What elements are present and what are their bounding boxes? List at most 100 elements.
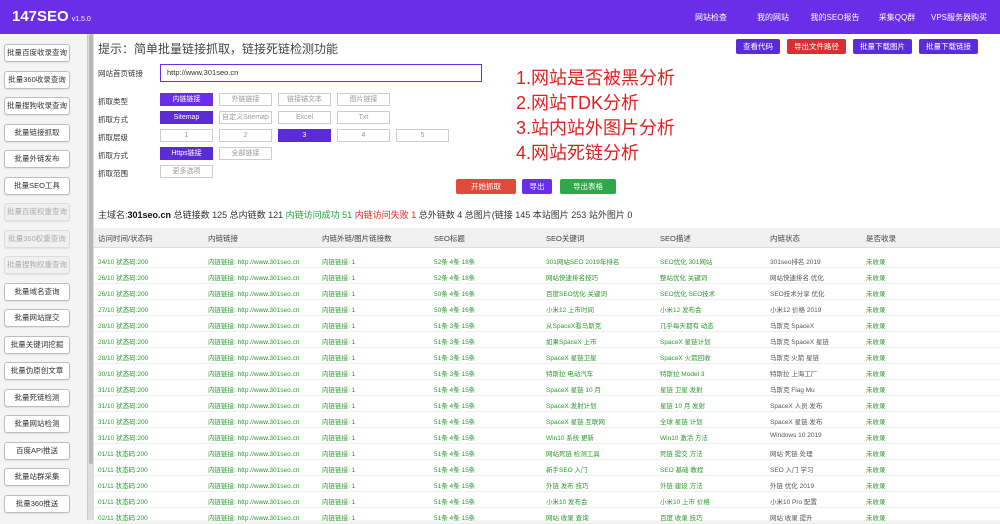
top-nav: 网站检查 我的网站 我的SEO报告 采集QQ群 VPS服务器购买 — [680, 12, 990, 23]
export-button[interactable]: 导出 — [522, 179, 552, 194]
method-option-1[interactable]: 自定义Sitemap — [219, 111, 272, 124]
table-cell: SEO优化 SEO技术 — [660, 291, 716, 298]
depth-option-4[interactable]: 5 — [396, 129, 449, 142]
table-cell: 外链 优化 2019 — [770, 483, 815, 490]
table-cell: 301网站SEO 2019年排名 — [546, 259, 620, 266]
table-row[interactable]: 28/10 状态码:200 内链链接: http://www.301seo.cn 内… — [94, 332, 1000, 348]
depth-option-0[interactable]: 1 — [160, 129, 213, 142]
top-bar: 147SEO v1.5.0 网站检查 我的网站 我的SEO报告 采集QQ群 VPS服务器购… — [0, 0, 1000, 34]
sidebar-item-0[interactable]: 批量百度收录查询 — [4, 44, 70, 62]
method-option-0[interactable]: Sitemap — [160, 111, 213, 124]
type-option-1[interactable]: 外链链接 — [219, 93, 272, 106]
column-header-4[interactable]: SEO关键词 — [546, 233, 584, 244]
column-header-6[interactable]: 内链状态 — [770, 233, 800, 244]
table-row[interactable]: 26/10 状态码:200 内链链接: http://www.301seo.cn 内… — [94, 268, 1000, 284]
table-row[interactable]: 31/10 状态码:200 内链链接: http://www.301seo.cn 内… — [94, 396, 1000, 412]
export-table-button[interactable]: 导出表格 — [560, 179, 616, 194]
mode-option-0[interactable]: Https链接 — [160, 147, 213, 160]
sidebar-item-16[interactable]: 批量站群采集 — [4, 468, 70, 486]
type-option-0[interactable]: 内链链接 — [160, 93, 213, 106]
top-action-button-3[interactable]: 批量下载链接 — [919, 39, 978, 54]
column-header-0[interactable]: 访问时间/状态码 — [98, 233, 153, 244]
column-header-7[interactable]: 是否收录 — [866, 233, 896, 244]
table-row[interactable]: 31/10 状态码:200 内链链接: http://www.301seo.cn 内… — [94, 412, 1000, 428]
sidebar-item-13[interactable]: 批量死链检测 — [4, 388, 70, 407]
table-row[interactable]: 30/10 状态码:200 内链链接: http://www.301seo.cn 内… — [94, 364, 1000, 380]
table-cell: 01/11 状态码:200 — [98, 467, 148, 474]
table-cell: 死链 提交 方法 — [660, 451, 703, 458]
sidebar-item-7[interactable]: 批量360权重查询 — [4, 229, 70, 248]
depth-option-3[interactable]: 4 — [337, 129, 390, 142]
top-action-button-1[interactable]: 导出文件路径 — [787, 39, 846, 54]
table-cell: 内链链接: http://www.301seo.cn — [208, 419, 300, 426]
table-cell: 内链链接: 1 — [322, 467, 356, 474]
column-header-1[interactable]: 内链链接 — [208, 233, 238, 244]
sidebar-item-5[interactable]: 批量SEO工具 — [4, 176, 70, 195]
app-title: 147SEO — [12, 8, 69, 25]
sidebar-item-17[interactable]: 批量360推送 — [4, 494, 70, 513]
topnav-item-3[interactable]: 采集QQ群 — [866, 12, 928, 23]
column-header-3[interactable]: SEO标题 — [434, 233, 465, 244]
table-cell: 51条 4条 15条 — [434, 387, 476, 394]
table-row[interactable]: 01/11 状态码:200 内链链接: http://www.301seo.cn 内… — [94, 476, 1000, 492]
sidebar-item-8[interactable]: 批量搜狗权重查询 — [4, 256, 70, 274]
feature-4: 4.网站死链分析 — [516, 143, 640, 163]
table-cell: 未收录 — [866, 387, 886, 394]
table-cell: 内链链接: http://www.301seo.cn — [208, 339, 300, 346]
top-action-button-2[interactable]: 批量下载图片 — [853, 39, 912, 54]
url-input[interactable]: http://www.301seo.cn — [160, 64, 482, 82]
topnav-item-1[interactable]: 我的网站 — [742, 12, 804, 23]
table-row[interactable]: 26/10 状态码:200 内链链接: http://www.301seo.cn 内… — [94, 284, 1000, 300]
method-option-3[interactable]: Txt — [337, 111, 390, 124]
table-cell: 30/10 状态码:200 — [98, 371, 149, 378]
sidebar-item-15[interactable]: 百度API推送 — [4, 441, 70, 460]
table-cell: 50条 4条 16条 — [434, 291, 476, 298]
right-buttons: 查看代码 导出文件路径 批量下载图片 批量下载链接 — [736, 39, 978, 54]
table-cell: 51条 4条 15条 — [434, 483, 476, 490]
column-header-5[interactable]: SEO描述 — [660, 233, 691, 244]
mode-option-1[interactable]: 全部链接 — [219, 147, 272, 160]
main-panel: 提示：简单批量链接抓取，链接死链检测功能 查看代码 导出文件路径 批量下载图片 批量下… — [94, 34, 1000, 524]
sidebar-item-4[interactable]: 批量外链发布 — [4, 150, 70, 168]
sidebar-item-14[interactable]: 批量网站检测 — [4, 415, 70, 433]
sidebar-item-2[interactable]: 批量搜狗收录查询 — [4, 97, 70, 115]
table-row[interactable]: 28/10 状态码:200 内链链接: http://www.301seo.cn 内… — [94, 348, 1000, 364]
sidebar-item-11[interactable]: 批量关键词挖掘 — [4, 335, 70, 354]
total-links: 总链接数 125 — [173, 210, 228, 220]
depth-option-2[interactable]: 3 — [278, 129, 331, 142]
type-option-2[interactable]: 链接锚文本 — [278, 93, 331, 106]
table-row[interactable]: 28/10 状态码:200 内链链接: http://www.301seo.cn 内… — [94, 316, 1000, 332]
depth-option-1[interactable]: 2 — [219, 129, 272, 142]
topnav-item-4[interactable]: VPS服务器购买 — [928, 12, 990, 23]
table-cell: 未收录 — [866, 291, 886, 298]
table-row[interactable]: 01/11 状态码:200 内链链接: http://www.301seo.cn 内… — [94, 460, 1000, 476]
table-row[interactable]: 31/10 状态码:200 内链链接: http://www.301seo.cn 内… — [94, 380, 1000, 396]
sidebar-item-10[interactable]: 批量网站提交 — [4, 309, 70, 327]
top-action-button-0[interactable]: 查看代码 — [736, 39, 780, 54]
sidebar-item-9[interactable]: 批量域名查询 — [4, 282, 70, 301]
table-cell: 内链链接: http://www.301seo.cn — [208, 499, 300, 506]
column-header-2[interactable]: 内链外链/图片链接数 — [322, 233, 392, 244]
type-option-3[interactable]: 图片链接 — [337, 93, 390, 106]
table-cell: 百度 收录 技巧 — [660, 515, 703, 522]
start-crawl-button[interactable]: 开始抓取 — [456, 179, 516, 194]
table-row[interactable]: 27/10 状态码:200 内链链接: http://www.301seo.cn 内… — [94, 300, 1000, 316]
scrollbar-thumb[interactable] — [89, 34, 93, 464]
method-option-2[interactable]: Excel — [278, 111, 331, 124]
table-cell: 小米12 发布会 — [660, 307, 702, 314]
sidebar-item-6[interactable]: 批量百度权重查询 — [4, 203, 70, 221]
table-cell: 内链链接: 1 — [322, 451, 356, 458]
sidebar-item-1[interactable]: 批量360收录查询 — [4, 70, 70, 89]
table-cell: 02/11 状态码:200 — [98, 515, 148, 522]
table-row[interactable]: 31/10 状态码:200 内链链接: http://www.301seo.cn 内… — [94, 428, 1000, 444]
sidebar-item-3[interactable]: 批量链接抓取 — [4, 123, 70, 142]
topnav-item-2[interactable]: 我的SEO报告 — [804, 12, 866, 23]
table-row[interactable]: 01/11 状态码:200 内链链接: http://www.301seo.cn 内… — [94, 444, 1000, 460]
table-row[interactable]: 02/11 状态码:200 内链链接: http://www.301seo.cn 内… — [94, 508, 1000, 524]
topnav-item-0[interactable]: 网站检查 — [680, 12, 742, 23]
table-row[interactable]: 24/10 状态码:200 内链链接: http://www.301seo.cn 内… — [94, 252, 1000, 268]
app-version: v1.5.0 — [71, 16, 91, 23]
table-row[interactable]: 01/11 状态码:200 内链链接: http://www.301seo.cn 内… — [94, 492, 1000, 508]
sidebar-item-12[interactable]: 批量伪原创文章 — [4, 362, 70, 380]
scope-option-0[interactable]: 更多选项 — [160, 165, 213, 178]
